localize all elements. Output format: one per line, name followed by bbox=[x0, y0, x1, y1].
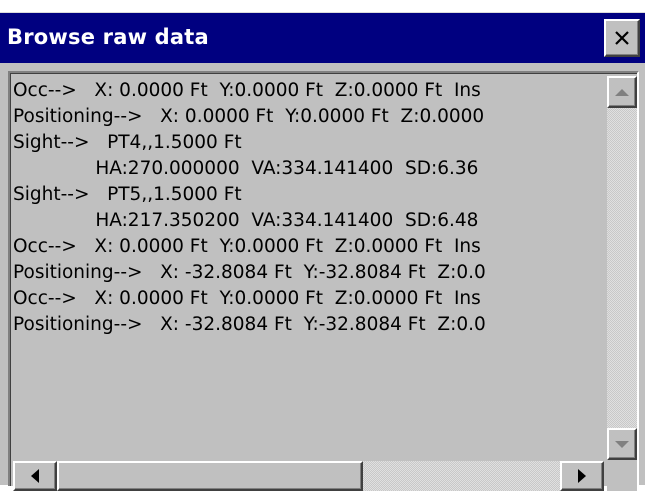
scroll-down-button[interactable] bbox=[607, 428, 637, 460]
list-item[interactable]: Occ--> X: 0.0000 Ft Y:0.0000 Ft Z:0.0000… bbox=[13, 79, 481, 103]
list-item[interactable]: HA:270.000000 VA:334.141400 SD:6.36 bbox=[13, 157, 478, 181]
arrow-up-icon bbox=[615, 89, 629, 96]
browse-raw-data-window: Browse raw data Occ--> X: 0.0000 Ft Y:0.… bbox=[0, 12, 645, 491]
arrow-right-icon bbox=[578, 469, 586, 483]
arrow-left-icon bbox=[31, 469, 39, 483]
list-item[interactable]: Sight--> PT4,,1.5000 Ft bbox=[13, 131, 242, 155]
list-item[interactable]: Sight--> PT5,,1.5000 Ft bbox=[13, 183, 242, 207]
close-button[interactable] bbox=[604, 19, 640, 57]
raw-data-content: Occ--> X: 0.0000 Ft Y:0.0000 Ft Z:0.0000… bbox=[13, 76, 604, 460]
list-item[interactable]: Occ--> X: 0.0000 Ft Y:0.0000 Ft Z:0.0000… bbox=[13, 235, 481, 259]
scroll-up-button[interactable] bbox=[607, 76, 637, 108]
list-item[interactable]: Positioning--> X: -32.8084 Ft Y:-32.8084… bbox=[13, 313, 486, 337]
title-bar: Browse raw data bbox=[0, 13, 645, 63]
close-icon bbox=[615, 31, 629, 45]
list-item[interactable]: HA:217.350200 VA:334.141400 SD:6.48 bbox=[13, 209, 478, 233]
horizontal-scroll-thumb[interactable] bbox=[57, 461, 363, 491]
raw-data-list[interactable]: Occ--> X: 0.0000 Ft Y:0.0000 Ft Z:0.0000… bbox=[8, 71, 639, 491]
list-item[interactable]: Occ--> X: 0.0000 Ft Y:0.0000 Ft Z:0.0000… bbox=[13, 287, 481, 311]
scrollbar-corner bbox=[607, 461, 637, 491]
vertical-scrollbar[interactable] bbox=[607, 76, 637, 460]
scroll-left-button[interactable] bbox=[13, 461, 57, 491]
arrow-down-icon bbox=[615, 441, 629, 448]
scroll-right-button[interactable] bbox=[560, 461, 604, 491]
horizontal-scrollbar[interactable] bbox=[13, 461, 604, 491]
list-item[interactable]: Positioning--> X: -32.8084 Ft Y:-32.8084… bbox=[13, 261, 486, 285]
window-title: Browse raw data bbox=[7, 25, 209, 49]
list-item[interactable]: Positioning--> X: 0.0000 Ft Y:0.0000 Ft … bbox=[13, 105, 484, 129]
